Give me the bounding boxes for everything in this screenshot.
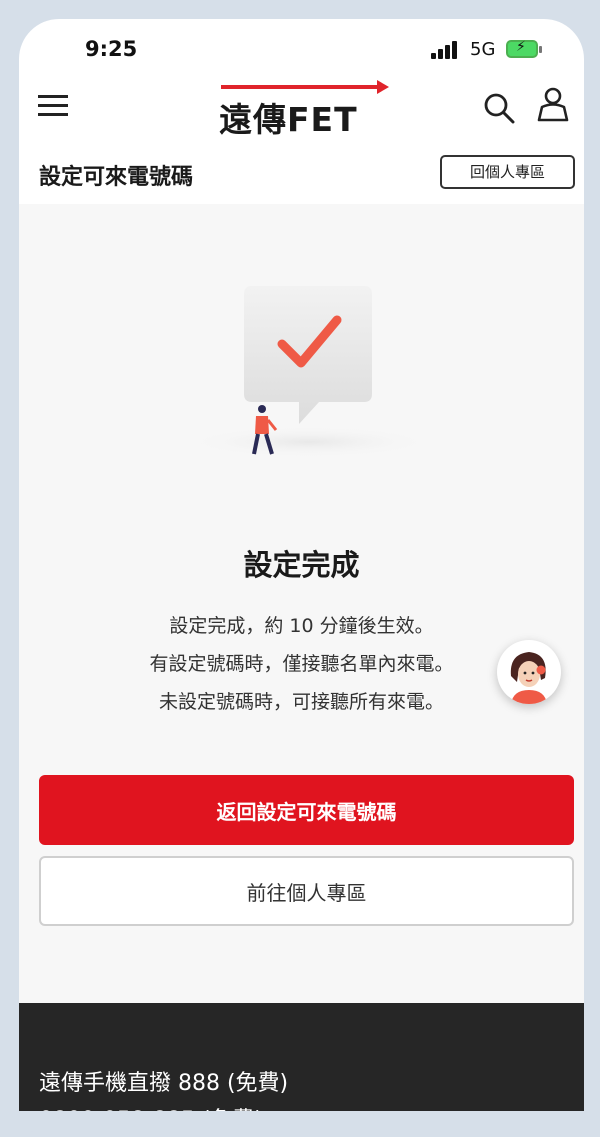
result-title: 設定完成 [243,548,360,582]
result-line-1: 設定完成，約 10 分鐘後生效。 [169,615,434,637]
signal-icon [431,41,461,59]
status-time: 9:25 [85,37,138,61]
back-to-settings-button[interactable]: 返回設定可來電號碼 [39,775,574,845]
footer-tollfree[interactable]: 0800-058-885 (免費) [39,1102,263,1111]
result-line-3: 未設定號碼時，可接聽所有來電。 [158,691,444,713]
network-label: 5G [470,39,496,60]
title-bar: 設定可來電號碼 回個人專區 [19,154,584,204]
logo-arrow [221,80,389,94]
member-area-button[interactable]: 回個人專區 [440,155,575,189]
user-icon[interactable] [536,87,570,123]
main-content: 設定完成 設定完成，約 10 分鐘後生效。 有設定號碼時，僅接聽名單內來電。 未… [19,204,584,1024]
go-to-member-area-button[interactable]: 前往個人專區 [39,856,574,926]
battery-icon: ⚡ [506,39,542,58]
screen: 9:25 5G ⚡ 遠傳FET 設定可來電號碼 回個人專區 設定完成 設定完成，… [19,19,584,1111]
success-illustration [184,286,434,458]
status-bar: 9:25 5G ⚡ [19,19,584,79]
logo-text: 遠傳FET [219,100,358,139]
menu-icon[interactable] [38,95,68,117]
app-header: 遠傳FET [19,79,584,159]
chat-agent-button[interactable] [497,640,561,704]
phone-frame: 9:25 5G ⚡ 遠傳FET 設定可來電號碼 回個人專區 設定完成 設定完成，… [0,0,600,1137]
chat-agent-icon [510,652,547,704]
fet-logo[interactable]: 遠傳FET [219,79,389,139]
page-title: 設定可來電號碼 [39,165,194,190]
search-icon[interactable] [482,91,516,125]
footer-hotline[interactable]: 遠傳手機直撥 888 (免費) [39,1065,288,1097]
footer: 遠傳手機直撥 888 (免費) 0800-058-885 (免費) [19,1003,584,1111]
